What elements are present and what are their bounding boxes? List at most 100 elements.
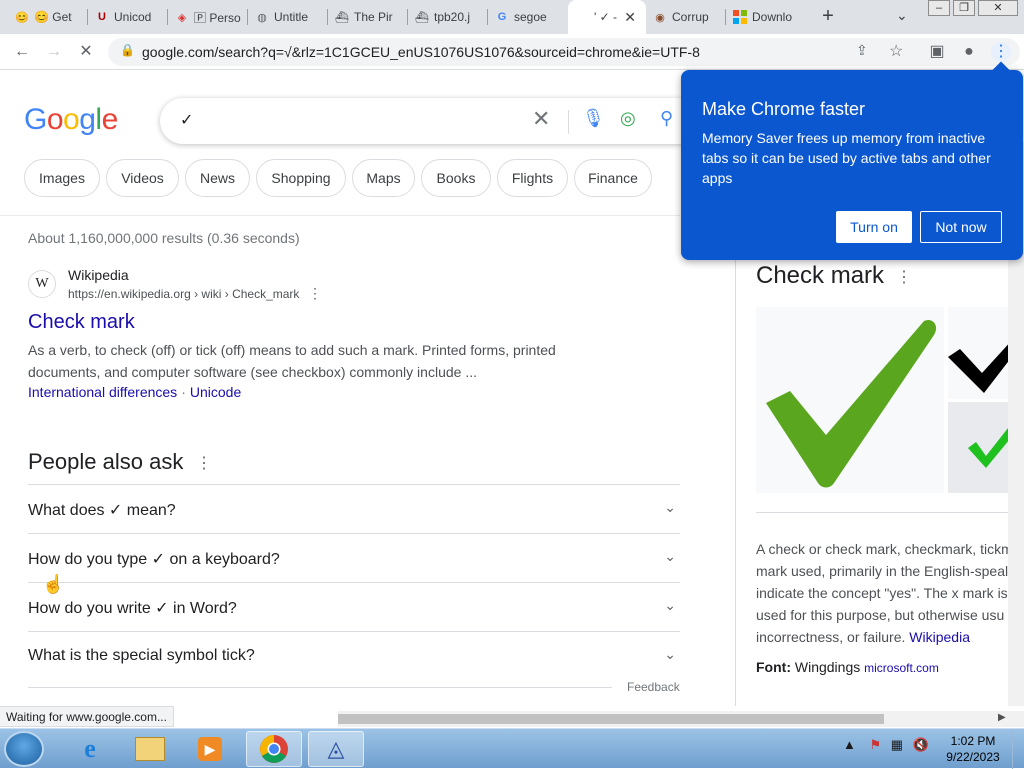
hand-cursor-icon: ☝ <box>42 574 65 594</box>
knowledge-panel-title: Check mark <box>756 262 885 289</box>
result-stats: About 1,160,000,000 results (0.36 second… <box>28 230 300 246</box>
address-bar[interactable]: 🔒 google.com/search?q=√&rlz=1C1GCEU_enUS… <box>108 38 1020 66</box>
network-icon[interactable]: ▦ <box>891 737 903 752</box>
tab-1[interactable]: 😊 😊 Get <box>8 0 88 34</box>
clock[interactable]: 1:02 PM 9/22/2023 <box>938 733 1008 765</box>
check-mark-image[interactable] <box>756 307 944 493</box>
browser-toolbar: ← → ✕ 🔒 google.com/search?q=√&rlz=1C1GCE… <box>0 34 1024 70</box>
emoji-icon: 😊 <box>15 11 29 24</box>
chevron-down-icon[interactable]: ⌄ <box>896 7 908 24</box>
chip-flights[interactable]: Flights <box>497 159 568 197</box>
share-icon[interactable]: ⇪ <box>856 42 868 59</box>
tab-2[interactable]: U Unicod <box>88 0 168 34</box>
paa-question[interactable]: What does ✓ mean? ⌄ <box>28 484 680 533</box>
result-snippet: As a verb, to check (off) or tick (off) … <box>28 342 556 380</box>
not-now-button[interactable]: Not now <box>920 211 1002 243</box>
sitelink-unicode[interactable]: Unicode <box>190 384 241 400</box>
turn-on-button[interactable]: Turn on <box>836 211 912 243</box>
new-tab-button[interactable]: + <box>817 6 839 28</box>
tab-active[interactable]: ' ✓ - ✕ <box>568 0 646 34</box>
paa-more-icon[interactable]: ⋮ <box>196 453 212 473</box>
show-desktop-button[interactable] <box>1012 729 1024 769</box>
profile-icon[interactable]: ● <box>959 42 979 62</box>
paa-question[interactable]: How do you write ✓ in Word? ⌄ <box>28 582 680 631</box>
url-text[interactable]: google.com/search?q=√&rlz=1C1GCEU_enUS10… <box>142 44 700 60</box>
result-title-link[interactable]: Check mark <box>28 311 135 334</box>
chip-shopping[interactable]: Shopping <box>256 159 346 197</box>
lens-icon[interactable]: ◎ <box>620 108 636 129</box>
chip-news[interactable]: News <box>185 159 250 197</box>
popup-title: Make Chrome faster <box>702 99 866 119</box>
wikipedia-link[interactable]: Wikipedia <box>909 629 970 645</box>
side-panel-icon[interactable]: ▣ <box>927 42 947 62</box>
stop-loading-button[interactable]: ✕ <box>76 42 96 62</box>
chevron-down-icon: ⌄ <box>664 646 676 662</box>
star-icon[interactable]: ☆ <box>889 41 903 61</box>
chip-finance[interactable]: Finance <box>574 159 652 197</box>
app-icon[interactable]: ◬ <box>308 731 364 767</box>
search-icon[interactable]: ⚲ <box>660 108 673 129</box>
google-logo[interactable]: Google <box>24 103 118 137</box>
start-button[interactable] <box>4 731 44 767</box>
file-explorer-icon[interactable] <box>122 731 178 767</box>
result-more-icon[interactable]: ⋮ <box>308 285 322 302</box>
knowledge-panel-more-icon[interactable]: ⋮ <box>896 267 912 287</box>
tab-9[interactable]: ◉ Corrup <box>646 0 726 34</box>
media-player-icon[interactable]: ▶ <box>182 731 238 767</box>
google-icon <box>574 9 590 25</box>
lock-icon[interactable]: 🔒 <box>120 43 135 57</box>
result-sitelinks: International differences · Unicode <box>28 384 242 400</box>
tab-label: Downlo <box>752 10 793 24</box>
paa-question[interactable]: What is the special symbol tick? ⌄ <box>28 631 680 680</box>
tab-strip: 😊 😊 Get U Unicod ◈ 🄿 Perso ◍ Untitle ⛴ The Pi… <box>0 0 1024 34</box>
tab-label: 🄿 Perso <box>194 10 241 25</box>
clear-search-icon[interactable]: ✕ <box>532 106 550 132</box>
tab-label: 😊 Get <box>34 10 72 24</box>
internet-explorer-icon[interactable]: e <box>62 731 118 767</box>
minimize-button[interactable]: – <box>928 0 950 16</box>
tab-10[interactable]: Downlo <box>726 0 806 34</box>
back-button[interactable]: ← <box>12 42 32 62</box>
chrome-icon[interactable] <box>246 731 302 767</box>
menu-icon[interactable]: ⋮ <box>991 42 1011 62</box>
tab-label: Corrup <box>672 10 709 24</box>
chip-images[interactable]: Images <box>24 159 100 197</box>
wikipedia-icon[interactable]: W <box>28 270 56 298</box>
chip-videos[interactable]: Videos <box>106 159 179 197</box>
scroll-right-arrow-icon[interactable]: ▶ <box>998 712 1006 723</box>
chevron-down-icon: ⌄ <box>664 499 676 515</box>
tab-label: Unicod <box>114 10 152 24</box>
pirate-icon: ⛴ <box>335 11 349 24</box>
close-tab-icon[interactable]: ✕ <box>624 9 636 26</box>
taskbar: e ▶ ◬ ▲ ⚑ ▦ 🔇 1:02 PM 9/22/2023 <box>0 728 1024 769</box>
scrollbar-thumb[interactable] <box>338 714 884 724</box>
maximize-button[interactable]: ❐ <box>953 0 975 16</box>
close-window-button[interactable]: ✕ <box>978 0 1018 16</box>
knowledge-panel-font: Font: Wingdings microsoft.com <box>756 659 939 675</box>
action-center-icon[interactable]: ⚑ <box>870 737 882 752</box>
forward-button[interactable]: → <box>44 42 64 62</box>
microphone-icon[interactable]: 🎙 <box>582 108 605 129</box>
feedback-link[interactable]: Feedback <box>627 680 680 694</box>
tab-3[interactable]: ◈ 🄿 Perso <box>168 0 248 34</box>
result-url[interactable]: https://en.wikipedia.org › wiki › Check_… <box>68 287 299 301</box>
tab-label: tpb20.j <box>434 10 471 24</box>
volume-icon[interactable]: 🔇 <box>913 737 929 752</box>
tab-6[interactable]: ⛴ tpb20.j <box>408 0 488 34</box>
paa-question[interactable]: How do you type ✓ on a keyboard? ⌄ <box>28 533 680 582</box>
unicode-icon: U <box>98 11 106 23</box>
horizontal-scrollbar[interactable]: ▶ <box>338 711 1024 727</box>
pirate-icon: ⛴ <box>415 11 429 24</box>
sitelink-international-differences[interactable]: International differences <box>28 384 177 400</box>
status-bar: Waiting for www.google.com... <box>0 706 174 727</box>
search-input[interactable]: ✓ <box>180 110 193 130</box>
tab-4[interactable]: ◍ Untitle <box>248 0 328 34</box>
show-hidden-icons[interactable]: ▲ <box>843 737 856 752</box>
perso-icon: ◈ <box>177 11 187 24</box>
search-box[interactable]: ✓ ✕ 🎙 ◎ ⚲ <box>160 98 700 144</box>
chip-books[interactable]: Books <box>421 159 491 197</box>
tab-7[interactable]: Gsegoe <box>488 0 568 34</box>
chip-maps[interactable]: Maps <box>352 159 415 197</box>
tab-5[interactable]: ⛴ The Pir <box>328 0 408 34</box>
result-site-name[interactable]: Wikipedia <box>68 267 129 283</box>
